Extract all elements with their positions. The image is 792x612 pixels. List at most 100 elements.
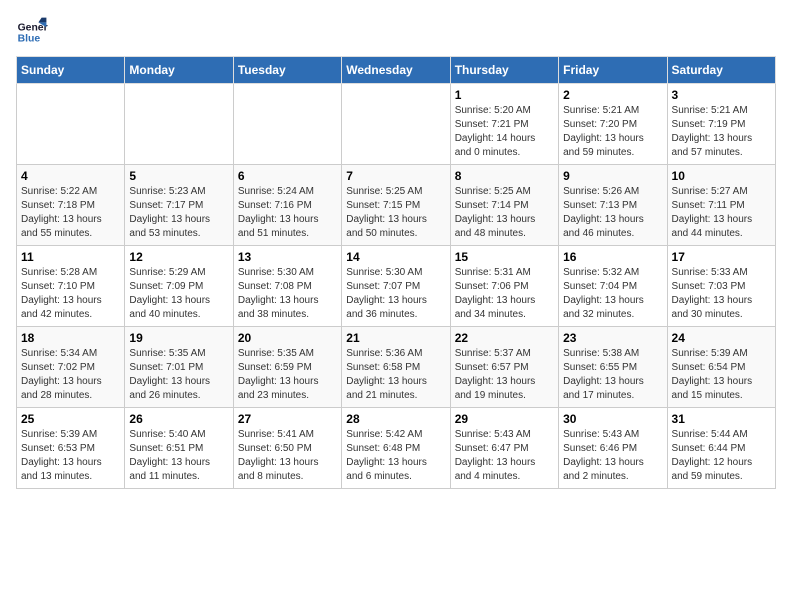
calendar-cell: 25Sunrise: 5:39 AMSunset: 6:53 PMDayligh… xyxy=(17,408,125,489)
sunrise-text: Sunrise: 5:20 AM xyxy=(455,104,554,118)
daylight-text: Daylight: 13 hours and 26 minutes. xyxy=(129,375,228,403)
daylight-text: Daylight: 14 hours and 0 minutes. xyxy=(455,132,554,160)
sunrise-text: Sunrise: 5:41 AM xyxy=(238,428,337,442)
weekday-header-monday: Monday xyxy=(125,57,233,84)
sunset-text: Sunset: 6:59 PM xyxy=(238,361,337,375)
sunrise-text: Sunrise: 5:42 AM xyxy=(346,428,445,442)
sunset-text: Sunset: 7:16 PM xyxy=(238,199,337,213)
calendar-week-2: 4Sunrise: 5:22 AMSunset: 7:18 PMDaylight… xyxy=(17,165,776,246)
logo: General Blue xyxy=(16,16,52,48)
calendar-cell: 9Sunrise: 5:26 AMSunset: 7:13 PMDaylight… xyxy=(559,165,667,246)
daylight-text: Daylight: 13 hours and 48 minutes. xyxy=(455,213,554,241)
weekday-header-saturday: Saturday xyxy=(667,57,775,84)
sunrise-text: Sunrise: 5:38 AM xyxy=(563,347,662,361)
day-number: 23 xyxy=(563,331,662,345)
daylight-text: Daylight: 13 hours and 51 minutes. xyxy=(238,213,337,241)
sunrise-text: Sunrise: 5:44 AM xyxy=(672,428,771,442)
sunrise-text: Sunrise: 5:25 AM xyxy=(455,185,554,199)
sunrise-text: Sunrise: 5:35 AM xyxy=(238,347,337,361)
calendar-cell: 2Sunrise: 5:21 AMSunset: 7:20 PMDaylight… xyxy=(559,84,667,165)
weekday-header-sunday: Sunday xyxy=(17,57,125,84)
day-number: 8 xyxy=(455,169,554,183)
sunrise-text: Sunrise: 5:30 AM xyxy=(238,266,337,280)
day-number: 12 xyxy=(129,250,228,264)
calendar-cell: 15Sunrise: 5:31 AMSunset: 7:06 PMDayligh… xyxy=(450,246,558,327)
calendar-cell: 3Sunrise: 5:21 AMSunset: 7:19 PMDaylight… xyxy=(667,84,775,165)
daylight-text: Daylight: 12 hours and 59 minutes. xyxy=(672,456,771,484)
calendar-cell xyxy=(17,84,125,165)
calendar-cell: 26Sunrise: 5:40 AMSunset: 6:51 PMDayligh… xyxy=(125,408,233,489)
calendar-cell: 18Sunrise: 5:34 AMSunset: 7:02 PMDayligh… xyxy=(17,327,125,408)
calendar-table: SundayMondayTuesdayWednesdayThursdayFrid… xyxy=(16,56,776,489)
sunrise-text: Sunrise: 5:43 AM xyxy=(455,428,554,442)
calendar-cell: 7Sunrise: 5:25 AMSunset: 7:15 PMDaylight… xyxy=(342,165,450,246)
sunrise-text: Sunrise: 5:28 AM xyxy=(21,266,120,280)
day-info: Sunrise: 5:25 AMSunset: 7:15 PMDaylight:… xyxy=(346,185,445,241)
calendar-cell: 17Sunrise: 5:33 AMSunset: 7:03 PMDayligh… xyxy=(667,246,775,327)
daylight-text: Daylight: 13 hours and 32 minutes. xyxy=(563,294,662,322)
daylight-text: Daylight: 13 hours and 30 minutes. xyxy=(672,294,771,322)
sunrise-text: Sunrise: 5:40 AM xyxy=(129,428,228,442)
sunset-text: Sunset: 7:18 PM xyxy=(21,199,120,213)
day-info: Sunrise: 5:39 AMSunset: 6:53 PMDaylight:… xyxy=(21,428,120,484)
weekday-header-tuesday: Tuesday xyxy=(233,57,341,84)
day-number: 15 xyxy=(455,250,554,264)
day-info: Sunrise: 5:38 AMSunset: 6:55 PMDaylight:… xyxy=(563,347,662,403)
daylight-text: Daylight: 13 hours and 11 minutes. xyxy=(129,456,228,484)
sunset-text: Sunset: 7:10 PM xyxy=(21,280,120,294)
sunrise-text: Sunrise: 5:33 AM xyxy=(672,266,771,280)
daylight-text: Daylight: 13 hours and 38 minutes. xyxy=(238,294,337,322)
sunset-text: Sunset: 6:50 PM xyxy=(238,442,337,456)
sunset-text: Sunset: 7:08 PM xyxy=(238,280,337,294)
day-number: 30 xyxy=(563,412,662,426)
day-number: 10 xyxy=(672,169,771,183)
day-number: 18 xyxy=(21,331,120,345)
sunrise-text: Sunrise: 5:26 AM xyxy=(563,185,662,199)
day-number: 16 xyxy=(563,250,662,264)
daylight-text: Daylight: 13 hours and 6 minutes. xyxy=(346,456,445,484)
calendar-cell: 24Sunrise: 5:39 AMSunset: 6:54 PMDayligh… xyxy=(667,327,775,408)
day-number: 27 xyxy=(238,412,337,426)
sunset-text: Sunset: 6:55 PM xyxy=(563,361,662,375)
sunrise-text: Sunrise: 5:39 AM xyxy=(672,347,771,361)
calendar-week-4: 18Sunrise: 5:34 AMSunset: 7:02 PMDayligh… xyxy=(17,327,776,408)
sunset-text: Sunset: 6:44 PM xyxy=(672,442,771,456)
sunset-text: Sunset: 7:19 PM xyxy=(672,118,771,132)
sunset-text: Sunset: 7:04 PM xyxy=(563,280,662,294)
calendar-cell xyxy=(342,84,450,165)
day-info: Sunrise: 5:21 AMSunset: 7:19 PMDaylight:… xyxy=(672,104,771,160)
sunset-text: Sunset: 7:03 PM xyxy=(672,280,771,294)
sunrise-text: Sunrise: 5:21 AM xyxy=(672,104,771,118)
sunset-text: Sunset: 7:02 PM xyxy=(21,361,120,375)
day-info: Sunrise: 5:37 AMSunset: 6:57 PMDaylight:… xyxy=(455,347,554,403)
sunrise-text: Sunrise: 5:31 AM xyxy=(455,266,554,280)
daylight-text: Daylight: 13 hours and 21 minutes. xyxy=(346,375,445,403)
daylight-text: Daylight: 13 hours and 55 minutes. xyxy=(21,213,120,241)
sunrise-text: Sunrise: 5:36 AM xyxy=(346,347,445,361)
sunrise-text: Sunrise: 5:22 AM xyxy=(21,185,120,199)
calendar-cell: 10Sunrise: 5:27 AMSunset: 7:11 PMDayligh… xyxy=(667,165,775,246)
daylight-text: Daylight: 13 hours and 50 minutes. xyxy=(346,213,445,241)
sunset-text: Sunset: 6:53 PM xyxy=(21,442,120,456)
daylight-text: Daylight: 13 hours and 15 minutes. xyxy=(672,375,771,403)
calendar-cell: 22Sunrise: 5:37 AMSunset: 6:57 PMDayligh… xyxy=(450,327,558,408)
day-number: 6 xyxy=(238,169,337,183)
calendar-cell: 29Sunrise: 5:43 AMSunset: 6:47 PMDayligh… xyxy=(450,408,558,489)
daylight-text: Daylight: 13 hours and 36 minutes. xyxy=(346,294,445,322)
daylight-text: Daylight: 13 hours and 46 minutes. xyxy=(563,213,662,241)
calendar-cell: 16Sunrise: 5:32 AMSunset: 7:04 PMDayligh… xyxy=(559,246,667,327)
day-info: Sunrise: 5:24 AMSunset: 7:16 PMDaylight:… xyxy=(238,185,337,241)
day-info: Sunrise: 5:30 AMSunset: 7:08 PMDaylight:… xyxy=(238,266,337,322)
sunrise-text: Sunrise: 5:37 AM xyxy=(455,347,554,361)
daylight-text: Daylight: 13 hours and 44 minutes. xyxy=(672,213,771,241)
day-info: Sunrise: 5:23 AMSunset: 7:17 PMDaylight:… xyxy=(129,185,228,241)
sunset-text: Sunset: 7:15 PM xyxy=(346,199,445,213)
day-number: 4 xyxy=(21,169,120,183)
daylight-text: Daylight: 13 hours and 13 minutes. xyxy=(21,456,120,484)
day-number: 11 xyxy=(21,250,120,264)
calendar-cell: 30Sunrise: 5:43 AMSunset: 6:46 PMDayligh… xyxy=(559,408,667,489)
daylight-text: Daylight: 13 hours and 17 minutes. xyxy=(563,375,662,403)
sunrise-text: Sunrise: 5:29 AM xyxy=(129,266,228,280)
weekday-header-thursday: Thursday xyxy=(450,57,558,84)
svg-text:Blue: Blue xyxy=(18,34,41,45)
